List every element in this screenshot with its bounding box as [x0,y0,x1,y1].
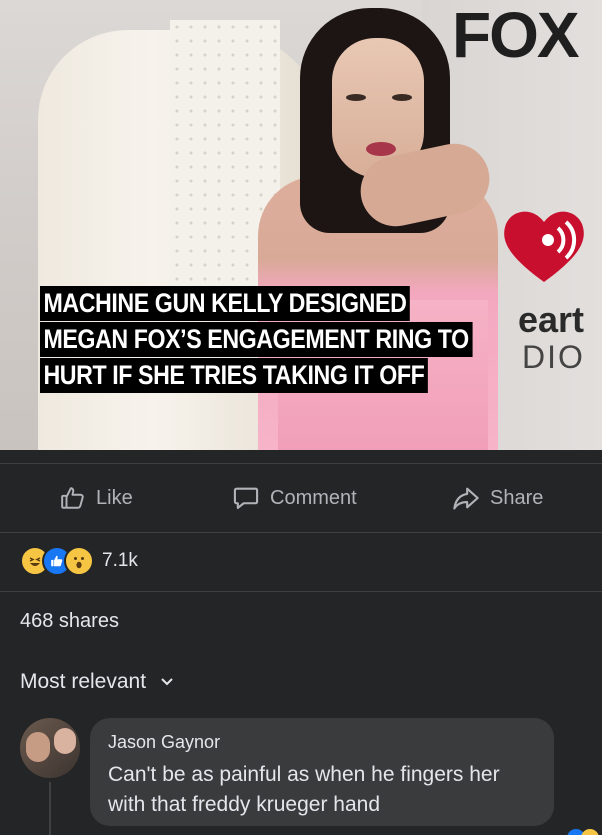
caption-line: MACHINE GUN KELLY DESIGNED [40,286,410,321]
speech-bubble-icon [233,487,259,509]
reactions-summary[interactable]: 7.1k [20,546,138,576]
avatar-person [54,728,76,754]
comment-sort-label: Most relevant [20,670,147,693]
avatar[interactable] [20,718,80,778]
avatar-person [26,732,50,762]
lips [366,142,396,156]
eye-right [392,94,412,101]
backdrop-logo: FOX [452,0,580,71]
share-label: Share [490,486,544,509]
like-label: Like [96,486,133,509]
thread-line [49,782,51,835]
share-button[interactable]: Share [452,464,543,532]
caption-line: MEGAN FOX’S ENGAGEMENT RING TO [40,322,473,357]
post-image[interactable]: FOX eart DIO MACHINE GUN KELLY DESIGNED … [0,0,602,450]
thumbs-up-icon [61,487,84,509]
comment-author[interactable]: Jason Gaynor [108,732,220,753]
comment-button[interactable]: Comment [232,464,357,532]
eye-left [346,94,366,101]
like-button[interactable]: Like [60,464,133,532]
comment-text: Can't be as painful as when he fingers h… [108,763,500,816]
reaction-peek-icon [567,829,599,835]
shares-count[interactable]: 468 shares [20,610,119,633]
reaction-count: 7.1k [102,550,138,571]
comment-bubble[interactable]: Jason Gaynor Can't be as painful as when… [90,718,554,826]
post-action-bar: Like Comment Share [0,463,602,533]
comment-sort-dropdown[interactable]: Most relevant [20,670,174,694]
share-arrow-icon [453,487,479,510]
chevron-down-icon [161,678,173,686]
caption-line: HURT IF SHE TRIES TAKING IT OFF [40,358,428,393]
divider [0,591,602,592]
comment-label: Comment [270,486,357,509]
image-caption: MACHINE GUN KELLY DESIGNED MEGAN FOX’S E… [40,286,543,394]
iheart-logo-icon [504,211,584,282]
wow-reaction-icon [64,546,94,576]
